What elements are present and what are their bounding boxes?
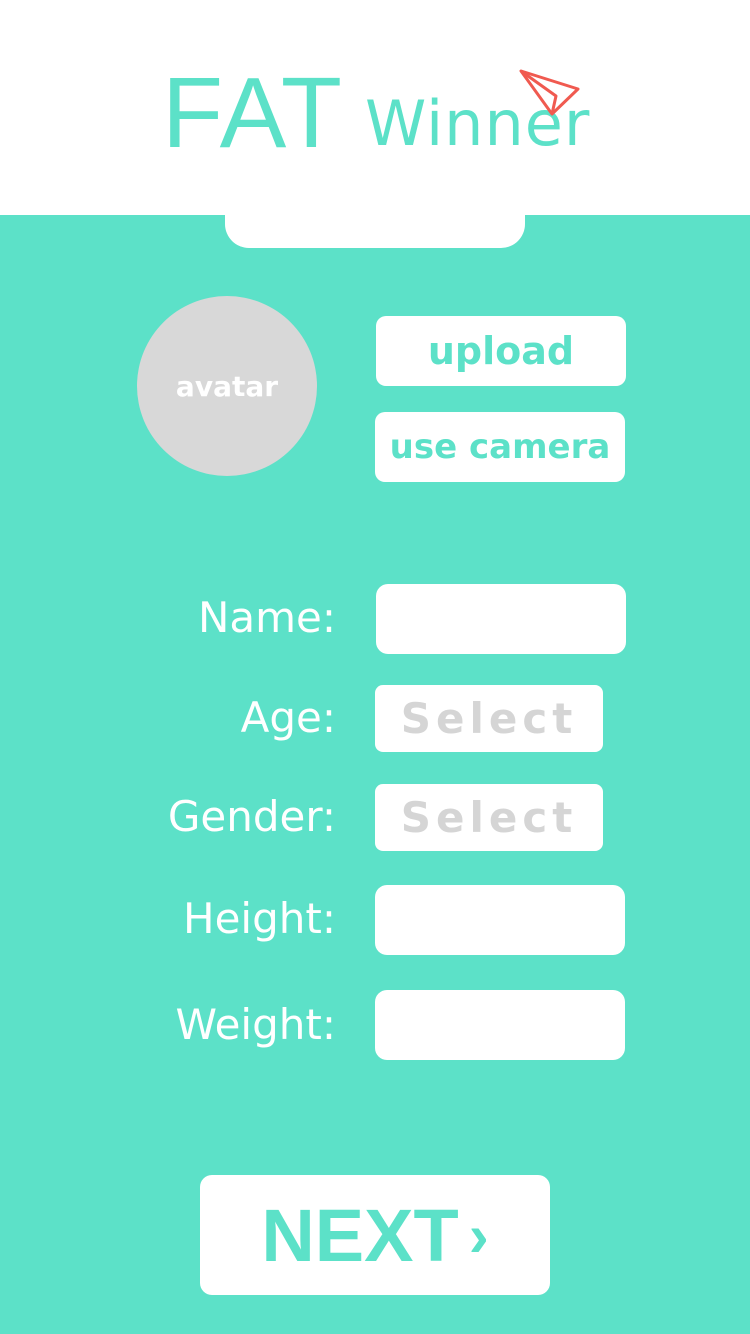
name-label: Name:	[197, 593, 336, 642]
paper-plane-icon	[519, 69, 580, 116]
next-button[interactable]: NEXT ›	[200, 1175, 550, 1295]
chevron-right-icon: ›	[468, 1201, 489, 1269]
weight-label: Weight:	[175, 1000, 336, 1049]
height-field[interactable]	[375, 885, 625, 955]
header-tab-notch	[225, 200, 525, 248]
avatar-label: avatar	[175, 369, 279, 403]
name-field[interactable]	[376, 584, 626, 654]
logo-fat-text: FAT	[162, 57, 344, 169]
upload-button[interactable]: upload	[376, 316, 626, 386]
weight-field[interactable]	[375, 990, 625, 1060]
use-camera-button-label: use camera	[389, 427, 611, 467]
use-camera-button[interactable]: use camera	[375, 412, 625, 482]
gender-select-placeholder: Select	[400, 793, 578, 842]
upload-button-label: upload	[427, 329, 575, 373]
app-header: FAT Winner	[0, 0, 750, 215]
gender-select[interactable]: Select	[375, 784, 603, 851]
avatar[interactable]: avatar	[137, 296, 317, 476]
age-select[interactable]: Select	[375, 685, 603, 752]
next-button-label: NEXT	[261, 1193, 459, 1277]
age-label: Age:	[240, 693, 336, 742]
height-label: Height:	[183, 894, 336, 943]
age-select-placeholder: Select	[400, 694, 578, 743]
gender-label: Gender:	[167, 792, 336, 841]
